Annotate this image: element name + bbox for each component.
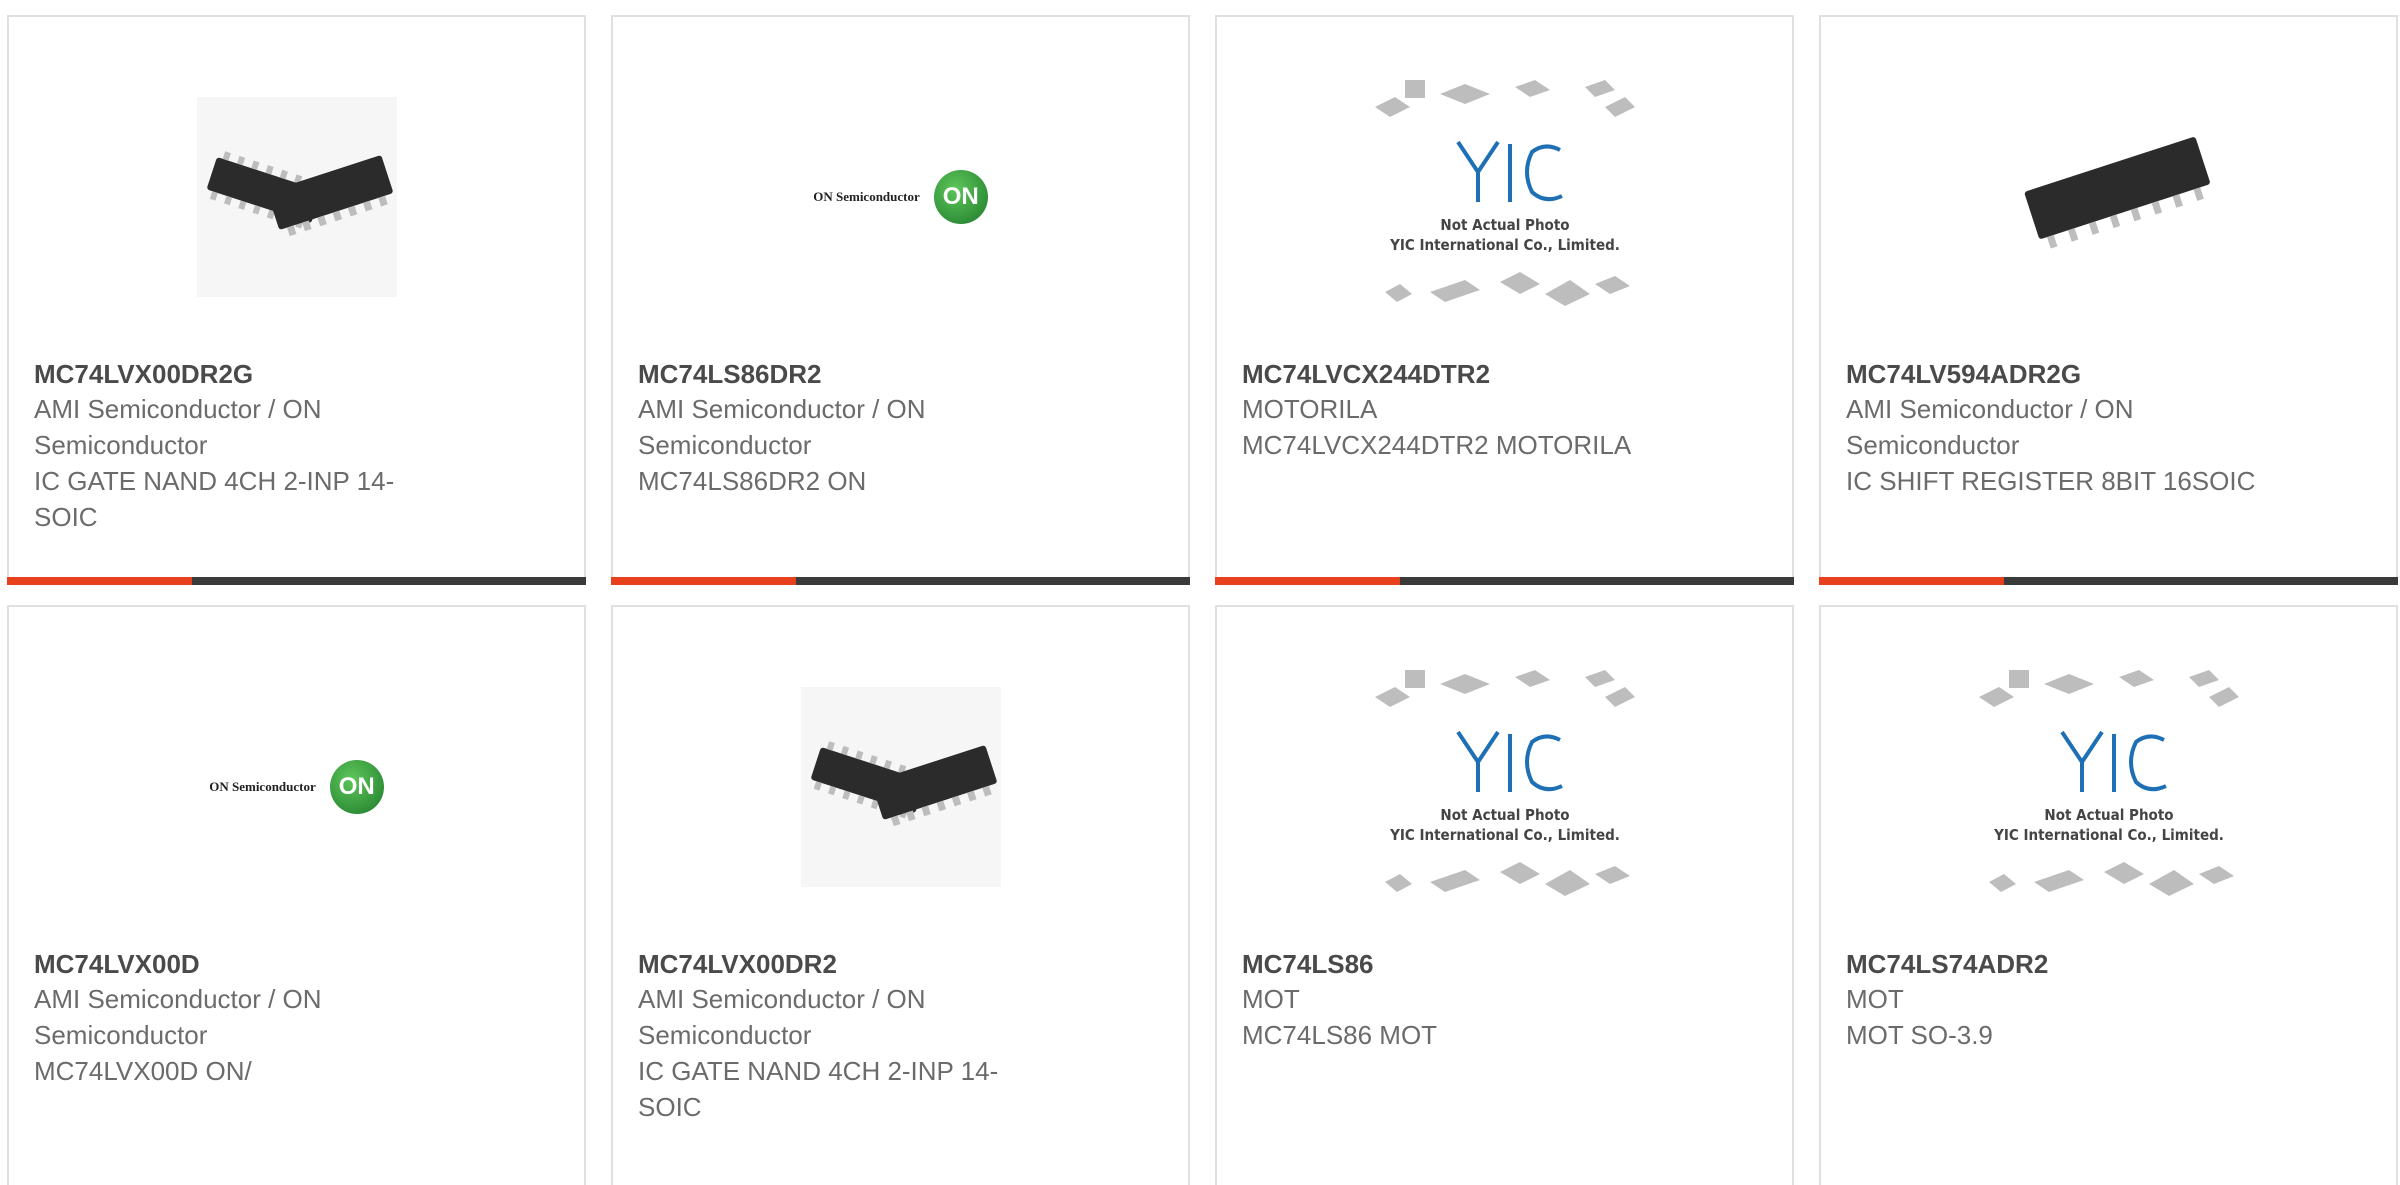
product-image[interactable]: ON Semiconductor ON bbox=[613, 72, 1188, 322]
card-accent-bar bbox=[1215, 577, 1400, 585]
manufacturer: MOT bbox=[1242, 984, 1300, 1014]
description: MC74LVCX244DTR2 MOTORILA bbox=[1242, 430, 1632, 460]
manufacturer: AMI Semiconductor / ON Semiconductor bbox=[1846, 394, 2134, 460]
part-number[interactable]: MC74LS74ADR2 bbox=[1846, 947, 2266, 981]
soic-chip-image bbox=[196, 97, 397, 297]
part-number[interactable]: MC74LS86DR2 bbox=[638, 357, 1058, 391]
yic-line-1: Not Actual Photo bbox=[2044, 806, 2173, 824]
description: IC SHIFT REGISTER 8BIT 16SOIC bbox=[1846, 466, 2256, 496]
part-number[interactable]: MC74LV594ADR2G bbox=[1846, 357, 2266, 391]
part-number[interactable]: MC74LVX00D bbox=[34, 947, 454, 981]
yic-line-1: Not Actual Photo bbox=[1440, 806, 1569, 824]
part-number[interactable]: MC74LVX00DR2G bbox=[34, 357, 454, 391]
description: MC74LVX00D ON/ bbox=[34, 1056, 252, 1086]
product-image[interactable]: Not Actual Photo YIC International Co., … bbox=[1217, 662, 1792, 912]
card-bottom-bar bbox=[611, 577, 1190, 585]
part-number[interactable]: MC74LVCX244DTR2 bbox=[1242, 357, 1662, 391]
yic-line-1: Not Actual Photo bbox=[1440, 216, 1569, 234]
product-image[interactable]: ON Semiconductor ON bbox=[9, 662, 584, 912]
description: MC74LS86DR2 ON bbox=[638, 466, 867, 496]
product-card[interactable]: ON Semiconductor ON MC74LVX00D AMI Semic… bbox=[7, 605, 586, 1185]
manufacturer: AMI Semiconductor / ON Semiconductor bbox=[34, 394, 322, 460]
product-image[interactable] bbox=[613, 662, 1188, 912]
product-card[interactable]: Not Actual Photo YIC International Co., … bbox=[1819, 605, 2398, 1185]
description: MC74LS86 MOT bbox=[1242, 1020, 1438, 1050]
card-bottom-bar bbox=[1215, 577, 1794, 585]
product-card[interactable]: ON Semiconductor ON MC74LS86DR2 AMI Semi… bbox=[611, 15, 1190, 585]
manufacturer: AMI Semiconductor / ON Semiconductor bbox=[638, 984, 926, 1050]
part-number[interactable]: MC74LVX00DR2 bbox=[638, 947, 1058, 981]
manufacturer: AMI Semiconductor / ON Semiconductor bbox=[638, 394, 926, 460]
on-logo-mark: ON bbox=[329, 760, 384, 814]
product-image[interactable] bbox=[1821, 72, 2396, 322]
product-card[interactable]: MC74LVX00DR2 AMI Semiconductor / ON Semi… bbox=[611, 605, 1190, 1185]
product-card[interactable]: MC74LVX00DR2G AMI Semiconductor / ON Sem… bbox=[7, 15, 586, 585]
product-card[interactable]: MC74LV594ADR2G AMI Semiconductor / ON Se… bbox=[1819, 15, 2398, 585]
card-bottom-bar bbox=[7, 577, 586, 585]
product-card[interactable]: Not Actual Photo YIC International Co., … bbox=[1215, 605, 1794, 1185]
on-logo-text: ON Semiconductor bbox=[209, 779, 316, 794]
card-bottom-bar bbox=[1819, 577, 2398, 585]
soic-chip-image bbox=[2024, 137, 2210, 249]
yic-line-2: YIC International Co., Limited. bbox=[1389, 236, 1620, 254]
description: IC GATE NAND 4CH 2-INP 14-SOIC bbox=[34, 466, 395, 532]
product-image[interactable] bbox=[9, 72, 584, 322]
product-card[interactable]: Not Actual Photo YIC International Co., … bbox=[1215, 15, 1794, 585]
product-image[interactable]: Not Actual Photo YIC International Co., … bbox=[1821, 662, 2396, 912]
on-semiconductor-logo: ON Semiconductor ON bbox=[813, 170, 988, 224]
manufacturer: MOTORILA bbox=[1242, 394, 1378, 424]
card-accent-bar bbox=[611, 577, 796, 585]
card-accent-bar bbox=[7, 577, 192, 585]
manufacturer: AMI Semiconductor / ON Semiconductor bbox=[34, 984, 322, 1050]
yic-line-2: YIC International Co., Limited. bbox=[1993, 826, 2224, 844]
part-number[interactable]: MC74LS86 bbox=[1242, 947, 1662, 981]
yic-line-2: YIC International Co., Limited. bbox=[1389, 826, 1620, 844]
card-accent-bar bbox=[1819, 577, 2004, 585]
yic-placeholder-image: Not Actual Photo YIC International Co., … bbox=[1374, 80, 1635, 306]
on-logo-mark: ON bbox=[933, 170, 988, 224]
manufacturer: MOT bbox=[1846, 984, 1904, 1014]
description: MOT SO-3.9 bbox=[1846, 1020, 1993, 1050]
on-logo-text: ON Semiconductor bbox=[813, 189, 920, 204]
soic-chip-image bbox=[800, 687, 1001, 887]
product-image[interactable]: Not Actual Photo YIC International Co., … bbox=[1217, 72, 1792, 322]
description: IC GATE NAND 4CH 2-INP 14-SOIC bbox=[638, 1056, 999, 1122]
on-semiconductor-logo: ON Semiconductor ON bbox=[209, 760, 384, 814]
yic-placeholder-image: Not Actual Photo YIC International Co., … bbox=[1978, 670, 2239, 896]
yic-placeholder-image: Not Actual Photo YIC International Co., … bbox=[1374, 670, 1635, 896]
